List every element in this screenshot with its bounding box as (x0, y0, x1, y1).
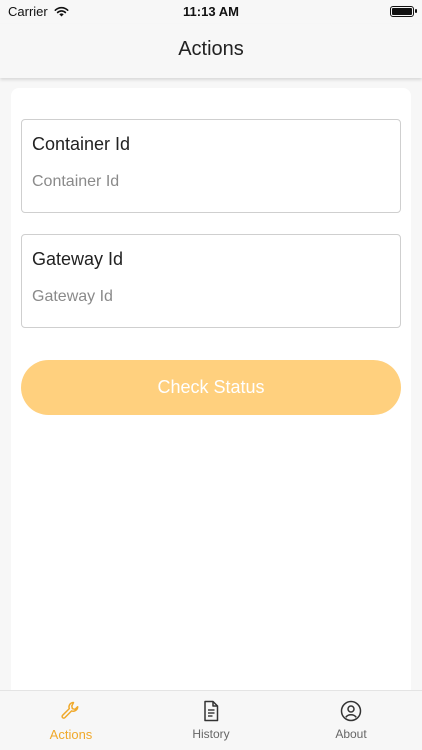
battery-fill (392, 8, 412, 15)
gateway-id-input[interactable] (32, 285, 382, 309)
gateway-id-field[interactable]: Gateway Id (21, 234, 401, 328)
tab-bar: Actions History About (0, 690, 422, 750)
navigation-bar: Actions (0, 24, 422, 78)
person-circle-icon (340, 700, 362, 722)
page-title: Actions (178, 38, 244, 60)
gateway-id-label: Gateway Id (32, 249, 124, 269)
document-icon (204, 700, 219, 722)
container-id-input[interactable] (32, 170, 382, 194)
tab-about[interactable]: About (301, 699, 401, 741)
tab-about-label: About (335, 727, 367, 741)
actions-form-card: Container Id Gateway Id Check Status (11, 88, 411, 692)
container-id-label: Container Id (32, 134, 131, 154)
status-bar: Carrier 11:13 AM (0, 0, 422, 24)
app-screen: Carrier 11:13 AM Actions Container Id Ga… (0, 0, 422, 750)
status-time: 11:13 AM (183, 4, 239, 19)
battery-icon (390, 6, 417, 17)
tab-actions-label: Actions (49, 727, 93, 742)
tab-history[interactable]: History (161, 699, 261, 741)
container-id-field[interactable]: Container Id (21, 119, 401, 213)
wrench-icon (61, 701, 79, 719)
tab-history-label: History (192, 727, 230, 741)
check-status-button[interactable]: Check Status (21, 360, 401, 415)
tab-actions[interactable]: Actions (21, 699, 121, 742)
